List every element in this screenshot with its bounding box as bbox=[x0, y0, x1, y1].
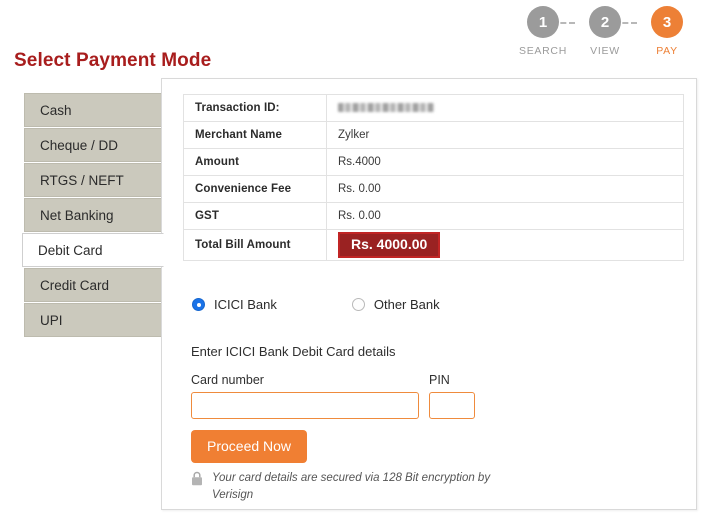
lock-icon bbox=[191, 471, 203, 491]
step-pay[interactable]: 3 PAY bbox=[636, 6, 698, 57]
card-number-input[interactable] bbox=[191, 392, 419, 419]
payment-mode-tab-cheque-dd[interactable]: Cheque / DD bbox=[24, 128, 162, 162]
table-row: Merchant Name Zylker bbox=[184, 122, 684, 149]
proceed-now-button[interactable]: Proceed Now bbox=[191, 430, 307, 463]
payment-panel: Transaction ID: Merchant Name Zylker Amo… bbox=[161, 78, 697, 510]
radio-icici-bank-dot bbox=[192, 298, 205, 311]
step-search-label: SEARCH bbox=[519, 45, 567, 57]
table-row: Convenience Fee Rs. 0.00 bbox=[184, 176, 684, 203]
security-note: Your card details are secured via 128 Bi… bbox=[191, 470, 491, 505]
payment-mode-tab-upi[interactable]: UPI bbox=[24, 303, 162, 337]
pin-label: PIN bbox=[429, 373, 475, 387]
page-title: Select Payment Mode bbox=[14, 50, 211, 72]
step-view[interactable]: 2 VIEW bbox=[574, 6, 636, 57]
step-view-label: VIEW bbox=[590, 45, 620, 57]
transaction-summary-table: Transaction ID: Merchant Name Zylker Amo… bbox=[183, 94, 684, 261]
payment-mode-tab-cash[interactable]: Cash bbox=[24, 93, 162, 127]
radio-other-bank[interactable]: Other Bank bbox=[352, 297, 440, 312]
table-row: Transaction ID: bbox=[184, 95, 684, 122]
row-value-total-bill-amount: Rs. 4000.00 bbox=[327, 230, 684, 261]
progress-stepper: 1 SEARCH 2 VIEW 3 PAY bbox=[512, 6, 698, 57]
radio-other-bank-label: Other Bank bbox=[374, 297, 440, 312]
card-details-hint: Enter ICICI Bank Debit Card details bbox=[191, 344, 395, 359]
step-search-circle: 1 bbox=[527, 6, 559, 38]
row-label-total-bill-amount: Total Bill Amount bbox=[184, 230, 327, 261]
redacted-value bbox=[338, 103, 434, 112]
row-value-transaction-id bbox=[327, 95, 684, 122]
card-number-label: Card number bbox=[191, 373, 419, 387]
row-label-transaction-id: Transaction ID: bbox=[184, 95, 327, 122]
payment-mode-tab-debit-card[interactable]: Debit Card bbox=[22, 233, 164, 267]
step-search[interactable]: 1 SEARCH bbox=[512, 6, 574, 57]
row-label-convenience-fee: Convenience Fee bbox=[184, 176, 327, 203]
row-value-amount: Rs.4000 bbox=[327, 149, 684, 176]
payment-mode-tab-net-banking[interactable]: Net Banking bbox=[24, 198, 162, 232]
radio-other-bank-dot bbox=[352, 298, 365, 311]
payment-mode-tab-rtgs-neft[interactable]: RTGS / NEFT bbox=[24, 163, 162, 197]
row-label-amount: Amount bbox=[184, 149, 327, 176]
total-amount-badge: Rs. 4000.00 bbox=[338, 232, 440, 258]
row-value-merchant-name: Zylker bbox=[327, 122, 684, 149]
row-value-gst: Rs. 0.00 bbox=[327, 203, 684, 230]
radio-icici-bank[interactable]: ICICI Bank bbox=[192, 297, 277, 312]
pin-input[interactable] bbox=[429, 392, 475, 419]
step-view-circle: 2 bbox=[589, 6, 621, 38]
payment-mode-tab-credit-card[interactable]: Credit Card bbox=[24, 268, 162, 302]
radio-icici-bank-label: ICICI Bank bbox=[214, 297, 277, 312]
card-number-field-group: Card number bbox=[191, 373, 419, 419]
card-details-fields: Card number PIN bbox=[191, 373, 475, 419]
row-value-convenience-fee: Rs. 0.00 bbox=[327, 176, 684, 203]
row-label-gst: GST bbox=[184, 203, 327, 230]
security-note-text: Your card details are secured via 128 Bi… bbox=[212, 470, 491, 505]
step-pay-label: PAY bbox=[656, 45, 678, 57]
pin-field-group: PIN bbox=[429, 373, 475, 419]
bank-choice-group: ICICI Bank Other Bank bbox=[192, 297, 440, 312]
payment-mode-tablist: Cash Cheque / DD RTGS / NEFT Net Banking… bbox=[22, 93, 162, 338]
row-label-merchant-name: Merchant Name bbox=[184, 122, 327, 149]
table-row: GST Rs. 0.00 bbox=[184, 203, 684, 230]
table-row: Amount Rs.4000 bbox=[184, 149, 684, 176]
table-row-total: Total Bill Amount Rs. 4000.00 bbox=[184, 230, 684, 261]
step-pay-circle: 3 bbox=[651, 6, 683, 38]
